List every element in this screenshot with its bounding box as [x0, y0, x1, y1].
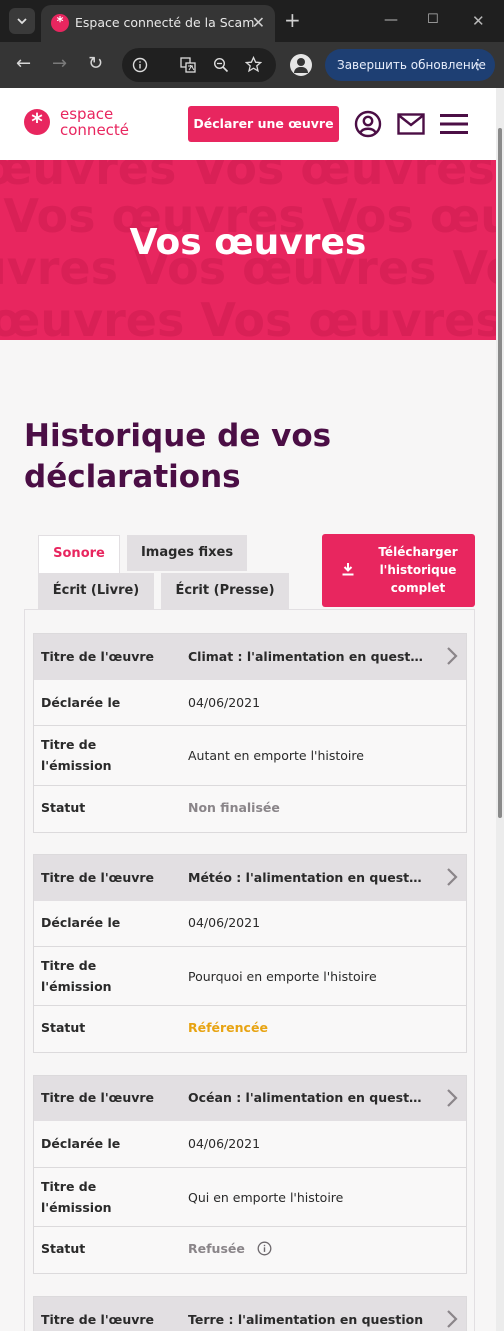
info-icon[interactable] — [257, 1241, 272, 1256]
chevron-right-icon[interactable] — [446, 867, 458, 887]
broadcast-title-label: Titre de l'émission — [41, 737, 112, 773]
declaration-card: Titre de l'œuvre Météo : l'alimentation … — [33, 854, 467, 1053]
site-header: * espace connecté Déclarer une œuvre — [0, 88, 496, 160]
download-label: Télécharger l'historique complet — [378, 545, 458, 595]
work-title-label: Titre de l'œuvre — [41, 1090, 155, 1105]
browser-toolbar: ← → ↻ Завершить обновление ⋮ — [0, 42, 504, 88]
broadcast-title-value: Autant en emporte l'histoire — [188, 748, 364, 763]
card-header-row[interactable]: Titre de l'œuvre Météo : l'alimentation … — [34, 855, 466, 901]
close-window-icon[interactable]: ✕ — [472, 12, 485, 30]
chevron-down-icon — [17, 18, 27, 25]
tab-ecrit-presse[interactable]: Écrit (Presse) — [161, 573, 289, 609]
tab-images-fixes[interactable]: Images fixes — [127, 535, 247, 571]
work-title-value: Météo : l'alimentation en question — [188, 870, 424, 885]
declared-on-row: Déclarée le 04/06/2021 — [34, 1121, 466, 1168]
declared-on-label: Déclarée le — [41, 915, 121, 930]
update-label: Завершить обновление — [337, 58, 486, 72]
hero-banner: œuvres Vos œuvres Vos œuvres s Vos œuvre… — [0, 160, 496, 340]
status-label: Statut — [41, 1020, 86, 1035]
work-title-value: Océan : l'alimentation en question — [188, 1090, 424, 1105]
close-tab-icon[interactable]: ✕ — [252, 13, 265, 32]
work-title-label: Titre de l'œuvre — [41, 1312, 155, 1327]
declared-on-label: Déclarée le — [41, 1136, 121, 1151]
status-value: Refusée — [188, 1238, 272, 1259]
chevron-right-icon[interactable] — [446, 1088, 458, 1108]
broadcast-title-row: Titre de l'émission Pourquoi en emporte … — [34, 947, 466, 1006]
hamburger-menu-icon[interactable] — [440, 113, 468, 135]
declared-on-value: 04/06/2021 — [188, 1136, 261, 1151]
browser-tab[interactable]: * Espace connecté de la Scam ✕ — [41, 5, 275, 42]
logo-line-1: espace — [60, 105, 114, 123]
download-icon — [342, 563, 354, 576]
tab-sonore[interactable]: Sonore — [38, 535, 120, 573]
page-title: Vos œuvres — [129, 222, 367, 263]
status-text: Refusée — [188, 1241, 245, 1256]
reload-icon[interactable]: ↻ — [88, 54, 103, 74]
declared-on-label: Déclarée le — [41, 695, 121, 710]
more-menu-icon[interactable]: ⋮ — [471, 49, 485, 81]
declare-work-button[interactable]: Déclarer une œuvre — [188, 106, 339, 142]
tab-ecrit-livre[interactable]: Écrit (Livre) — [38, 573, 154, 609]
scrollbar-thumb[interactable] — [498, 128, 502, 818]
work-title-value: Terre : l'alimentation en question — [188, 1312, 424, 1327]
broadcast-title-value: Qui en emporte l'histoire — [188, 1190, 344, 1205]
address-bar[interactable] — [122, 48, 276, 82]
status-label: Statut — [41, 1241, 86, 1256]
status-label: Statut — [41, 800, 86, 815]
broadcast-title-row: Titre de l'émission Autant en emporte l'… — [34, 726, 466, 786]
mail-icon[interactable] — [397, 113, 425, 135]
browser-tab-bar: * Espace connecté de la Scam ✕ + — ☐ ✕ — [0, 0, 504, 42]
work-title-label: Titre de l'œuvre — [41, 649, 155, 664]
hero-bg-line: œuvres Vos œuvres Vos œuv — [0, 293, 496, 340]
status-value: Non finalisée — [188, 800, 280, 815]
work-title-value: Climat : l'alimentation en question — [188, 649, 424, 664]
card-header-row[interactable]: Titre de l'œuvre Terre : l'alimentation … — [34, 1297, 466, 1331]
card-header-row[interactable]: Titre de l'œuvre Océan : l'alimentation … — [34, 1076, 466, 1121]
card-header-row[interactable]: Titre de l'œuvre Climat : l'alimentation… — [34, 634, 466, 680]
logo-line-2: connecté — [60, 121, 130, 139]
status-row: Statut Non finalisée — [34, 786, 466, 832]
site-info-icon[interactable] — [132, 57, 148, 73]
download-history-button[interactable]: Télécharger l'historique complet — [322, 534, 475, 607]
tab-title: Espace connecté de la Scam — [75, 15, 255, 30]
update-browser-button[interactable]: Завершить обновление ⋮ — [325, 49, 495, 81]
declaration-card: Titre de l'œuvre Climat : l'alimentation… — [33, 633, 467, 833]
broadcast-title-row: Titre de l'émission Qui en emporte l'his… — [34, 1168, 466, 1227]
work-title-label: Titre de l'œuvre — [41, 870, 155, 885]
zoom-icon[interactable] — [213, 57, 229, 73]
broadcast-title-value: Pourquoi en emporte l'histoire — [188, 969, 377, 984]
declared-on-row: Déclarée le 04/06/2021 — [34, 901, 466, 947]
status-value: Référencée — [188, 1020, 268, 1035]
page-scrollbar[interactable] — [496, 88, 504, 1331]
scam-favicon-icon: * — [51, 14, 69, 32]
declaration-card: Titre de l'œuvre Océan : l'alimentation … — [33, 1075, 467, 1274]
web-page: * espace connecté Déclarer une œuvre œuv… — [0, 88, 496, 1331]
scam-logo-icon[interactable]: * — [24, 109, 50, 135]
declared-on-value: 04/06/2021 — [188, 915, 261, 930]
user-account-icon[interactable] — [354, 110, 382, 138]
forward-icon[interactable]: → — [52, 54, 67, 74]
translate-icon[interactable] — [180, 57, 196, 73]
declared-on-row: Déclarée le 04/06/2021 — [34, 680, 466, 726]
declaration-card: Titre de l'œuvre Terre : l'alimentation … — [33, 1296, 467, 1331]
site-logo[interactable]: espace connecté — [60, 106, 129, 138]
profile-avatar-icon[interactable] — [290, 54, 312, 76]
status-row: Statut Refusée — [34, 1227, 466, 1273]
tab-list-button[interactable] — [9, 8, 35, 34]
bookmark-star-icon[interactable] — [245, 56, 262, 73]
status-row: Statut Référencée — [34, 1006, 466, 1052]
broadcast-title-label: Titre de l'émission — [41, 1179, 112, 1215]
declarations-list: Titre de l'œuvre Climat : l'alimentation… — [24, 609, 475, 1331]
broadcast-title-label: Titre de l'émission — [41, 958, 112, 994]
minimize-icon[interactable]: — — [384, 12, 398, 28]
chevron-right-icon[interactable] — [446, 646, 458, 666]
chevron-right-icon[interactable] — [446, 1309, 458, 1329]
maximize-icon[interactable]: ☐ — [427, 12, 439, 27]
declared-on-value: 04/06/2021 — [188, 695, 261, 710]
section-title: Historique de vos déclarations — [24, 418, 332, 495]
back-icon[interactable]: ← — [16, 54, 31, 74]
new-tab-icon[interactable]: + — [284, 10, 301, 30]
